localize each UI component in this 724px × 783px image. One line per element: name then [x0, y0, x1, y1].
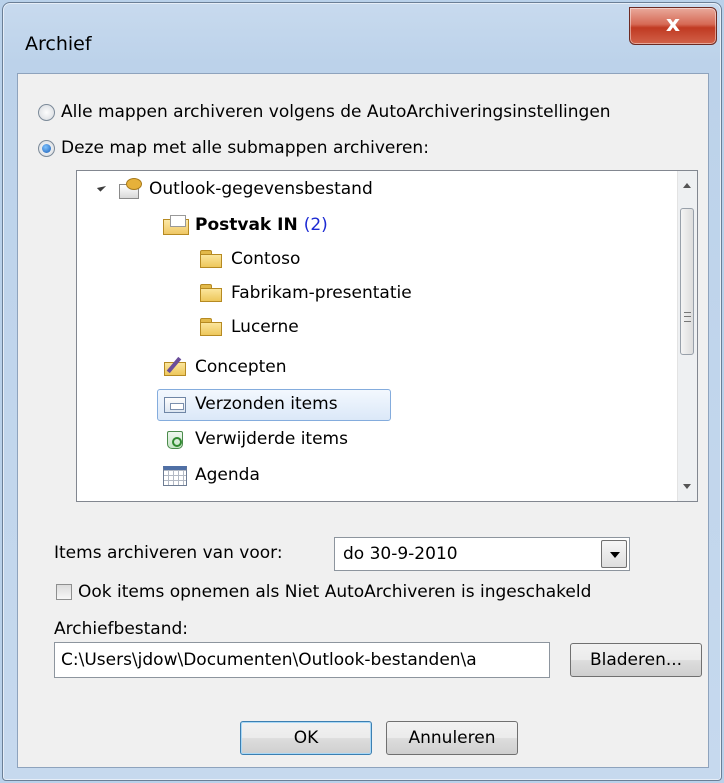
option-this-folder-label: Deze map met alle submappen archiveren: — [61, 138, 429, 158]
archive-before-value: do 30-9-2010 — [343, 544, 458, 564]
tree-scrollbar[interactable] — [677, 171, 697, 501]
ok-button[interactable]: OK — [240, 721, 372, 755]
recycle-icon — [163, 428, 187, 450]
tree-item-label: Outlook-gegevensbestand — [149, 179, 373, 199]
archive-file-path-input[interactable]: C:\Users\jdow\Documenten\Outlook-bestand… — [54, 642, 550, 678]
archive-dialog: Archief x Alle mappen archiveren volgens… — [2, 2, 722, 781]
include-no-autoarchive-option[interactable]: Ook items opnemen als Niet AutoArchivere… — [56, 582, 591, 602]
folder-tree[interactable]: Outlook-gegevensbestand Postvak IN (2) C… — [76, 170, 698, 502]
archive-file-label: Archiefbestand: — [54, 619, 189, 639]
include-no-autoarchive-label: Ook items opnemen als Niet AutoArchivere… — [78, 582, 592, 602]
grip-icon — [684, 312, 691, 322]
tree-item-label: Postvak IN — [195, 215, 298, 235]
tree-item-label: Contoso — [231, 249, 301, 269]
dialog-title: Archief — [25, 33, 92, 55]
radio-all-folders[interactable] — [38, 103, 55, 121]
tree-item-label: Verzonden items — [195, 394, 338, 414]
browse-button[interactable]: Bladeren... — [570, 643, 702, 677]
scroll-down-arrow-icon[interactable] — [683, 484, 691, 489]
tree-item-root[interactable]: Outlook-gegevensbestand — [117, 173, 373, 205]
tree-item-deleted[interactable]: Verwijderde items — [163, 423, 348, 455]
calendar-icon — [163, 464, 187, 486]
scroll-thumb[interactable] — [680, 208, 694, 355]
option-all-folders[interactable]: Alle mappen archiveren volgens de AutoAr… — [38, 102, 611, 122]
option-all-folders-label: Alle mappen archiveren volgens de AutoAr… — [61, 102, 611, 122]
unread-count: (2) — [303, 215, 328, 235]
tree-item-label: Lucerne — [231, 317, 299, 337]
option-this-folder[interactable]: Deze map met alle submappen archiveren: — [38, 138, 429, 158]
cancel-button[interactable]: Annuleren — [386, 721, 518, 755]
sent-items-icon — [163, 393, 187, 415]
tree-item-label: Agenda — [195, 465, 260, 485]
tree-item-calendar[interactable]: Agenda — [163, 459, 260, 491]
close-icon: x — [665, 12, 681, 37]
dropdown-arrow-icon[interactable] — [601, 540, 627, 568]
drafts-icon — [163, 356, 187, 378]
close-button[interactable]: x — [629, 7, 717, 45]
dialog-content: Alle mappen archiveren volgens de AutoAr… — [17, 73, 709, 768]
radio-this-folder[interactable] — [38, 139, 55, 157]
include-no-autoarchive-checkbox[interactable] — [56, 584, 72, 600]
tree-item-inbox[interactable]: Postvak IN (2) — [163, 209, 328, 241]
folder-icon — [199, 248, 223, 270]
tree-item-lucerne[interactable]: Lucerne — [199, 311, 299, 343]
archive-before-label: Items archiveren van voor: — [54, 543, 283, 563]
scroll-up-arrow-icon[interactable] — [683, 183, 691, 188]
tree-item-drafts[interactable]: Concepten — [163, 351, 287, 383]
inbox-icon — [163, 214, 189, 236]
archive-before-date-picker[interactable]: do 30-9-2010 — [334, 537, 630, 571]
folder-icon — [199, 316, 223, 338]
folder-icon — [199, 282, 223, 304]
tree-item-label: Fabrikam-presentatie — [231, 283, 412, 303]
tree-item-label: Verwijderde items — [195, 429, 348, 449]
tree-item-sent[interactable]: Verzonden items — [163, 388, 338, 420]
collapse-arrow-icon[interactable] — [96, 182, 107, 192]
tree-item-fabrikam[interactable]: Fabrikam-presentatie — [199, 277, 412, 309]
tree-item-contoso[interactable]: Contoso — [199, 243, 300, 275]
data-file-icon — [117, 178, 142, 200]
tree-item-label: Concepten — [195, 357, 287, 377]
